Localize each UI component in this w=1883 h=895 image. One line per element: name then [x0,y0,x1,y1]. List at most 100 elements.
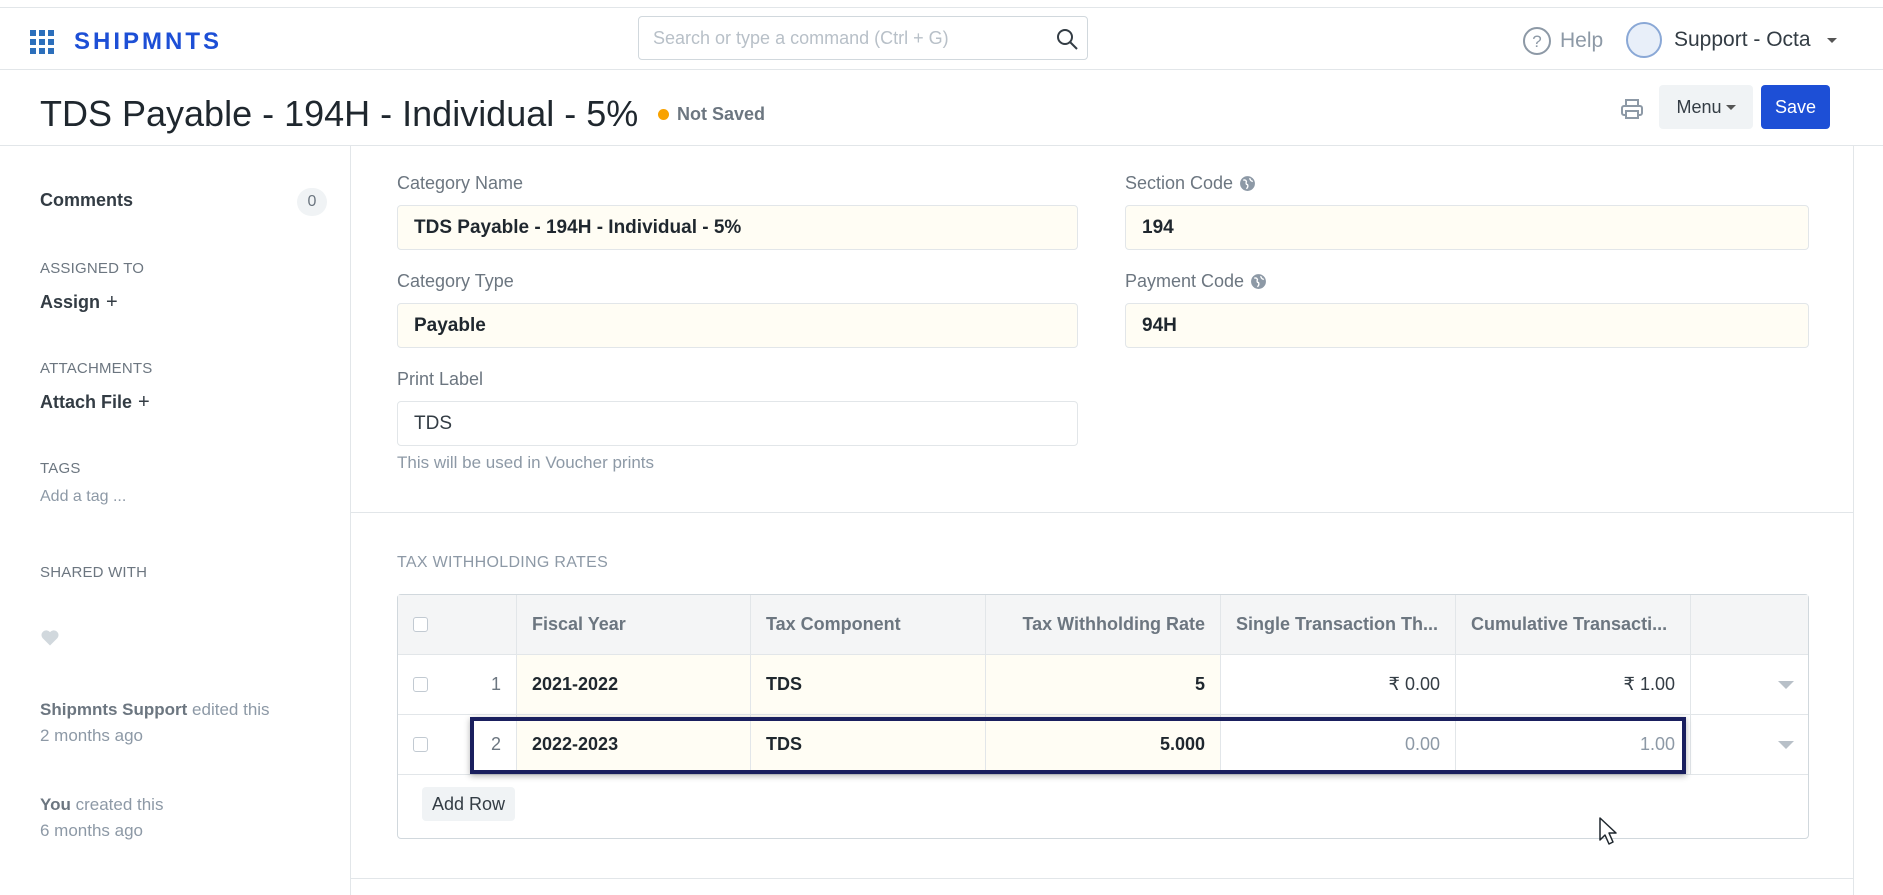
cell-fiscal-year[interactable]: 2021-2022 [516,655,751,714]
search-box[interactable] [638,16,1088,60]
table-row[interactable]: 1 2021-2022 TDS 5 ₹ 0.00 ₹ 1.00 [398,655,1808,715]
print-label-help: This will be used in Voucher prints [397,453,655,472]
search-icon[interactable] [1055,27,1079,51]
question-circle-icon: ? [1523,27,1551,55]
menu-button[interactable]: Menu [1659,85,1753,129]
printer-icon[interactable] [1620,97,1644,121]
mouse-cursor-icon [1599,817,1617,845]
form-main: Category Name TDS Payable - 194H - Indiv… [351,146,1854,895]
cell-cumulative-transaction[interactable]: ₹ 1.00 [1456,655,1691,714]
page-title: TDS Payable - 194H - Individual - 5% [40,93,639,134]
print-label-label-text: Print Label [397,369,484,389]
row-checkbox[interactable] [413,737,428,752]
table-row[interactable]: 2 2022-2023 TDS 5.000 0.00 1.00 [398,715,1808,775]
activity-action: created this [70,795,164,814]
svg-text:?: ? [1532,32,1541,51]
plus-icon: + [106,291,118,313]
row-checkbox[interactable] [413,677,428,692]
chevron-down-icon [1826,37,1837,43]
attach-file-label: Attach File [40,392,133,412]
rates-table: Fiscal Year Tax Component Tax Withholdin… [397,594,1809,839]
plus-icon: + [138,391,150,413]
chevron-down-icon [1725,105,1736,111]
activity-actor[interactable]: Shipmnts Support [40,700,187,719]
assign-button[interactable]: Assign + [40,291,118,314]
category-name-label: Category Name [397,173,523,194]
row-select-cell: 1 [398,655,516,714]
activity-action: edited this [187,700,270,719]
status-label: Not Saved [677,104,766,124]
category-name-label-text: Category Name [397,173,524,193]
chevron-down-icon [1778,740,1794,749]
cell-single-transaction[interactable]: 0.00 [1221,715,1456,774]
menu-label: Menu [1676,96,1722,117]
page-head: TDS Payable - 194H - Individual - 5% Not… [0,71,1883,146]
status-dot-icon [658,109,669,120]
col-cumulative-transaction: Cumulative Transacti... [1456,595,1691,654]
globe-icon [1251,274,1267,289]
section-code-label-text: Section Code [1125,173,1234,193]
row-index: 2 [490,734,501,754]
brand-logo[interactable]: SHIPMNTS [74,28,222,56]
attach-file-button[interactable]: Attach File + [40,391,150,414]
apps-grid-icon[interactable] [30,30,54,54]
globe-icon [1240,176,1256,191]
table-header-row: Fiscal Year Tax Component Tax Withholdin… [398,595,1808,655]
category-type-field[interactable]: Payable [397,303,1078,348]
user-name: Support - Octa [1674,28,1811,51]
avatar [1626,22,1662,58]
sidebar: Comments 0 ASSIGNED TO Assign + ATTACHMEN… [0,146,351,895]
row-menu[interactable] [1691,655,1808,714]
add-row-button[interactable]: Add Row [422,787,516,821]
activity-time: 2 months ago [40,726,144,745]
window-top-strip [0,0,1883,8]
select-all-checkbox[interactable] [413,617,428,632]
section-divider [351,512,1853,513]
save-button[interactable]: Save [1761,85,1830,129]
col-tax-withholding-rate: Tax Withholding Rate [986,595,1221,654]
attachments-heading: ATTACHMENTS [40,360,153,377]
row-select-cell: 2 [398,715,516,774]
section-code-field[interactable]: 194 [1125,205,1809,250]
rates-section-heading: TAX WITHHOLDING RATES [397,554,609,571]
cell-tax-component[interactable]: TDS [751,715,986,774]
cell-single-transaction[interactable]: ₹ 0.00 [1221,655,1456,714]
divider [1853,146,1854,895]
payment-code-label-text: Payment Code [1125,271,1245,291]
cell-tax-rate[interactable]: 5.000 [986,715,1221,774]
category-type-label-text: Category Type [397,271,514,291]
user-menu[interactable]: Support - Octa [1626,22,1837,58]
shared-with-heading: SHARED WITH [40,564,148,581]
select-all-cell [398,595,516,654]
tags-heading: TAGS [40,460,81,477]
cell-fiscal-year[interactable]: 2022-2023 [516,715,751,774]
payment-code-label: Payment Code [1125,271,1267,292]
activity-item: You created this 6 months ago [40,792,163,844]
row-menu[interactable] [1691,715,1808,774]
assign-label: Assign [40,292,101,312]
comments-count-badge: 0 [297,188,327,216]
col-tax-component: Tax Component [751,595,986,654]
row-index: 1 [490,674,501,694]
search-input[interactable] [653,27,1043,49]
cell-tax-component[interactable]: TDS [751,655,986,714]
assigned-to-heading: ASSIGNED TO [40,260,145,277]
print-label-field[interactable]: TDS [397,401,1078,446]
cell-tax-rate[interactable]: 5 [986,655,1221,714]
help-menu[interactable]: ? Help [1522,26,1603,56]
section-code-label: Section Code [1125,173,1256,194]
heart-icon[interactable] [40,628,60,648]
status-badge: Not Saved [658,104,765,125]
activity-item: Shipmnts Support edited this 2 months ag… [40,697,270,749]
add-tag-input[interactable]: Add a tag ... [40,488,126,506]
section-divider [351,878,1853,879]
print-label-label: Print Label [397,369,483,390]
payment-code-field[interactable]: 94H [1125,303,1809,348]
activity-time: 6 months ago [40,821,144,840]
category-name-field[interactable]: TDS Payable - 194H - Individual - 5% [397,205,1078,250]
cell-cumulative-transaction[interactable]: 1.00 [1456,715,1691,774]
chevron-down-icon [1778,680,1794,689]
comments-link[interactable]: Comments [40,190,133,211]
activity-actor[interactable]: You [40,795,71,814]
help-label: Help [1560,29,1604,52]
